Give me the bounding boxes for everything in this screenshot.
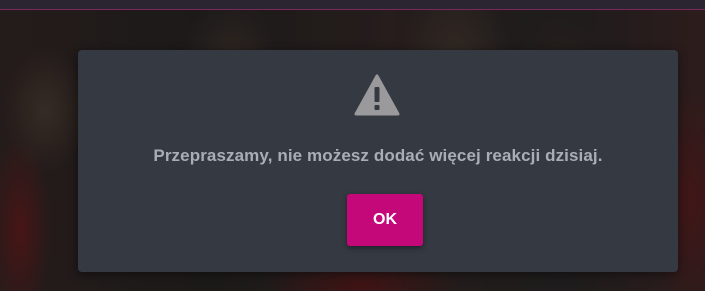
ok-button[interactable]: OK <box>347 194 423 246</box>
alert-dialog: Przepraszamy, nie możesz dodać więcej re… <box>78 50 678 272</box>
page: Przepraszamy, nie możesz dodać więcej re… <box>0 0 705 291</box>
top-bar <box>0 0 705 10</box>
dialog-message: Przepraszamy, nie możesz dodać więcej re… <box>153 146 603 165</box>
warning-triangle-icon <box>354 74 400 116</box>
